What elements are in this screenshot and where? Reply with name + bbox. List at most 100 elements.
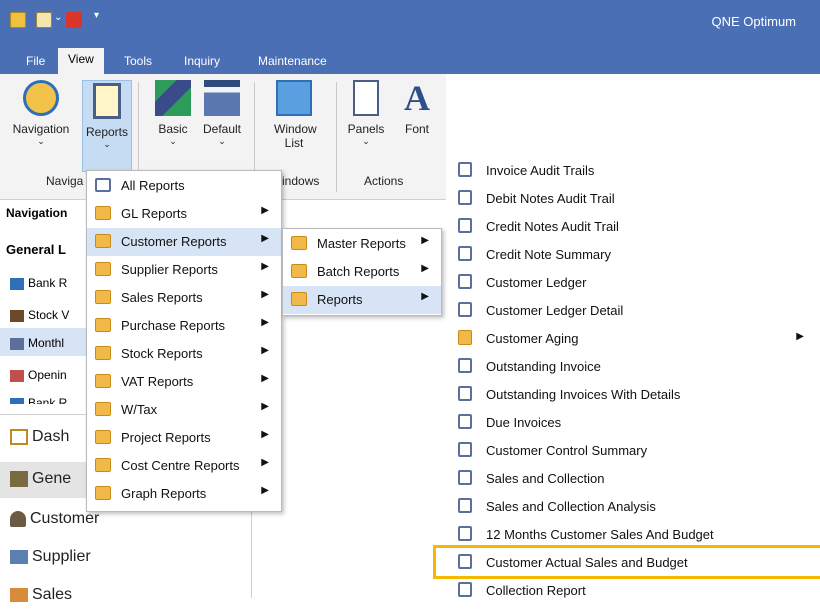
folder-icon xyxy=(95,458,111,472)
menu-item-reports[interactable]: Reports ▶ xyxy=(283,286,441,314)
customer-reports-submenu: Master Reports ▶ Batch Reports ▶ Reports ▶ xyxy=(282,228,442,316)
folder-icon xyxy=(291,292,307,306)
tab-view[interactable]: View xyxy=(58,48,104,74)
report-icon xyxy=(458,442,472,457)
report-customer-ledger[interactable]: Customer Ledger xyxy=(448,269,820,297)
report-sales-and-collection[interactable]: Sales and Collection xyxy=(448,465,820,493)
menu-item-batch-reports[interactable]: Batch Reports ▶ xyxy=(283,258,441,286)
group-label-navigation: Naviga xyxy=(46,174,84,188)
default-button-label: Default xyxy=(202,122,242,136)
group-separator xyxy=(336,82,337,192)
report-clipboard-icon xyxy=(93,83,121,119)
font-button[interactable]: A Font xyxy=(394,80,440,170)
menu-item-supplier-reports[interactable]: Supplier Reports ▶ xyxy=(87,256,281,284)
folder-icon xyxy=(95,430,111,444)
menu-item-sales-reports[interactable]: Sales Reports ▶ xyxy=(87,284,281,312)
basic-style-icon xyxy=(155,80,191,116)
stock-icon xyxy=(10,309,24,322)
folder-icon xyxy=(95,374,111,388)
report-icon xyxy=(458,218,472,233)
submenu-arrow-icon: ▶ xyxy=(261,401,269,412)
default-button[interactable]: Default ⌄ xyxy=(198,80,246,170)
report-icon xyxy=(95,178,111,192)
basic-button[interactable]: Basic ⌄ xyxy=(148,80,198,170)
report-icon xyxy=(458,190,472,205)
report-icon xyxy=(458,498,472,513)
submenu-arrow-icon: ▶ xyxy=(261,485,269,496)
app-icon[interactable] xyxy=(10,12,26,28)
folder-icon xyxy=(95,234,111,248)
menu-item-gl-reports[interactable]: GL Reports ▶ xyxy=(87,200,281,228)
submenu-arrow-icon: ▶ xyxy=(261,345,269,356)
tab-file[interactable]: File xyxy=(22,50,49,74)
submenu-arrow-icon: ▶ xyxy=(796,331,804,342)
reports-menu: All Reports GL Reports ▶ Customer Reports… xyxy=(86,170,282,512)
report-outstanding-invoices-with-details[interactable]: Outstanding Invoices With Details xyxy=(448,381,820,409)
report-credit-notes-audit-trail[interactable]: Credit Notes Audit Trail xyxy=(448,213,820,241)
window-list-button[interactable]: Window List xyxy=(264,80,324,170)
panels-button[interactable]: Panels ⌄ xyxy=(344,80,388,170)
submenu-arrow-icon: ▶ xyxy=(261,205,269,216)
report-icon xyxy=(458,274,472,289)
dropdown-arrow-icon[interactable]: ⌄ xyxy=(54,12,62,23)
menu-item-master-reports[interactable]: Master Reports ▶ xyxy=(283,230,441,258)
report-icon xyxy=(458,582,472,597)
tab-inquiry[interactable]: Inquiry xyxy=(180,50,224,74)
submenu-arrow-icon: ▶ xyxy=(261,429,269,440)
menu-item-purchase-reports[interactable]: Purchase Reports ▶ xyxy=(87,312,281,340)
report-icon xyxy=(458,162,472,177)
clipboard-icon[interactable] xyxy=(36,12,52,28)
menu-item-stock-reports[interactable]: Stock Reports ▶ xyxy=(87,340,281,368)
report-invoice-audit-trails[interactable]: Invoice Audit Trails xyxy=(448,157,820,185)
report-debit-notes-audit-trail[interactable]: Debit Notes Audit Trail xyxy=(448,185,820,213)
report-icon xyxy=(458,246,472,261)
menu-item-customer-reports[interactable]: Customer Reports ▶ xyxy=(87,228,281,256)
font-button-label: Font xyxy=(404,122,429,136)
report-customer-ledger-detail[interactable]: Customer Ledger Detail xyxy=(448,297,820,325)
customer-icon xyxy=(10,510,26,527)
report-due-invoices[interactable]: Due Invoices xyxy=(448,409,820,437)
basic-button-label: Basic xyxy=(158,122,188,136)
menu-item-graph-reports[interactable]: Graph Reports ▶ xyxy=(87,480,281,508)
dashboard-icon xyxy=(10,428,28,445)
folder-icon xyxy=(95,262,111,276)
submenu-arrow-icon: ▶ xyxy=(261,457,269,468)
menu-item-all-reports[interactable]: All Reports xyxy=(87,172,281,200)
ribbon-tab-bar: File View Tools Inquiry Maintenance xyxy=(0,44,820,74)
folder-icon xyxy=(291,264,307,278)
report-icon xyxy=(458,470,472,485)
menu-item-wtax[interactable]: W/Tax ▶ xyxy=(87,396,281,424)
menu-item-vat-reports[interactable]: VAT Reports ▶ xyxy=(87,368,281,396)
report-sales-and-collection-analysis[interactable]: Sales and Collection Analysis xyxy=(448,493,820,521)
submenu-arrow-icon: ▶ xyxy=(421,235,429,246)
menu-item-cost-centre-reports[interactable]: Cost Centre Reports ▶ xyxy=(87,452,281,480)
font-icon: A xyxy=(404,78,430,118)
panels-icon xyxy=(353,80,379,116)
report-customer-control-summary[interactable]: Customer Control Summary xyxy=(448,437,820,465)
submenu-arrow-icon: ▶ xyxy=(421,263,429,274)
folder-icon xyxy=(95,486,111,500)
annotation-highlight-box xyxy=(433,545,820,579)
sales-icon xyxy=(10,587,28,602)
nav-group-supplier[interactable]: Supplier xyxy=(0,540,252,576)
pdf-icon[interactable] xyxy=(66,12,82,28)
quick-access-dropdown-icon[interactable]: ▾ xyxy=(94,10,99,21)
customer-reports-list: Invoice Audit Trails Debit Notes Audit T… xyxy=(448,154,820,598)
menu-item-project-reports[interactable]: Project Reports ▶ xyxy=(87,424,281,452)
tab-tools[interactable]: Tools xyxy=(120,50,156,74)
title-bar: ⌄ ▾ QNE Optimum xyxy=(0,0,820,44)
folder-icon xyxy=(95,402,111,416)
report-customer-aging[interactable]: Customer Aging ▶ xyxy=(448,325,820,353)
tab-maintenance[interactable]: Maintenance xyxy=(254,50,331,74)
submenu-arrow-icon: ▶ xyxy=(261,261,269,272)
opening-icon xyxy=(10,369,24,382)
navigation-button[interactable]: Navigation ⌄ xyxy=(4,80,78,170)
nav-group-sales[interactable]: Sales xyxy=(0,578,252,614)
report-collection-report[interactable]: Collection Report xyxy=(448,577,820,605)
submenu-arrow-icon: ▶ xyxy=(421,291,429,302)
app-title: QNE Optimum xyxy=(711,14,796,29)
report-credit-note-summary[interactable]: Credit Note Summary xyxy=(448,241,820,269)
reports-button[interactable]: Reports ⌄ xyxy=(82,80,132,172)
group-label-windows: indows xyxy=(282,174,320,188)
report-outstanding-invoice[interactable]: Outstanding Invoice xyxy=(448,353,820,381)
